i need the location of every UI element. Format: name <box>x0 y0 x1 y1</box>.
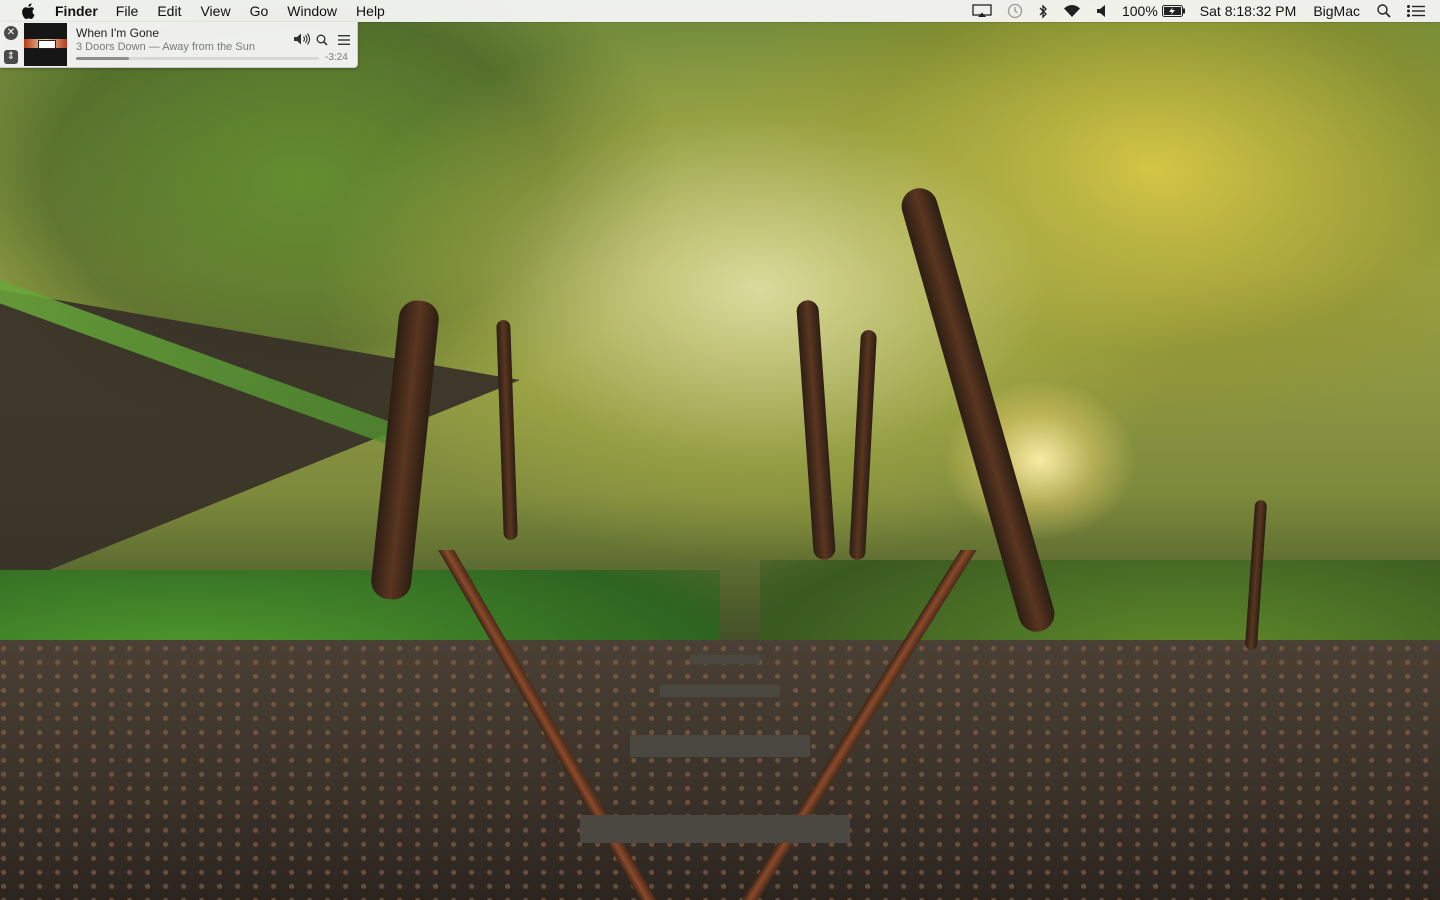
menu-view[interactable]: View <box>200 0 230 22</box>
rail-sleeper <box>660 685 780 697</box>
menu-bar: Finder File Edit View Go Window Help 100… <box>0 0 1440 22</box>
track-title: When I'm Gone <box>76 26 159 40</box>
volume-icon[interactable] <box>293 32 311 51</box>
time-machine-icon[interactable] <box>1006 0 1024 22</box>
itunes-mini-player: ✕ ⇕ When I'm Gone 3 Doors Down — Away fr… <box>0 22 358 68</box>
volume-icon[interactable] <box>1096 0 1108 22</box>
menubar-user[interactable]: BigMac <box>1313 0 1360 22</box>
close-icon[interactable]: ✕ <box>4 26 18 40</box>
bluetooth-icon[interactable] <box>1038 0 1048 22</box>
menu-help[interactable]: Help <box>356 0 385 22</box>
search-icon[interactable] <box>316 33 328 51</box>
menu-edit[interactable]: Edit <box>157 0 181 22</box>
playback-progress-bar[interactable] <box>76 57 319 60</box>
rail-sleeper <box>580 815 850 843</box>
album-artwork[interactable] <box>24 23 67 66</box>
apple-icon[interactable] <box>21 3 35 19</box>
notification-center-icon[interactable] <box>1407 0 1425 22</box>
tree-trunk <box>795 299 837 561</box>
wifi-icon[interactable] <box>1062 0 1082 22</box>
spotlight-icon[interactable] <box>1377 0 1391 22</box>
tree-trunk <box>848 329 878 561</box>
menu-app-finder[interactable]: Finder <box>55 0 98 22</box>
menu-file[interactable]: File <box>116 0 139 22</box>
stone-wall <box>0 290 520 590</box>
menu-go[interactable]: Go <box>250 0 269 22</box>
menubar-clock[interactable]: Sat 8:18:32 PM <box>1200 0 1297 22</box>
battery-charging-icon[interactable] <box>1161 0 1186 22</box>
battery-percent: 100% <box>1121 3 1158 19</box>
rail-sleeper <box>630 735 810 757</box>
track-subtitle: 3 Doors Down — Away from the Sun <box>76 41 255 53</box>
playback-progress-fill <box>76 57 130 60</box>
time-remaining: -3:24 <box>325 52 348 63</box>
expand-icon[interactable]: ⇕ <box>4 50 18 64</box>
rail-sleeper <box>690 655 760 664</box>
desktop-wallpaper <box>0 0 1440 900</box>
leaf-covered-ground <box>0 640 1440 900</box>
up-next-list-icon[interactable] <box>338 33 350 51</box>
menu-window[interactable]: Window <box>287 0 337 22</box>
airplay-icon[interactable] <box>972 0 992 22</box>
